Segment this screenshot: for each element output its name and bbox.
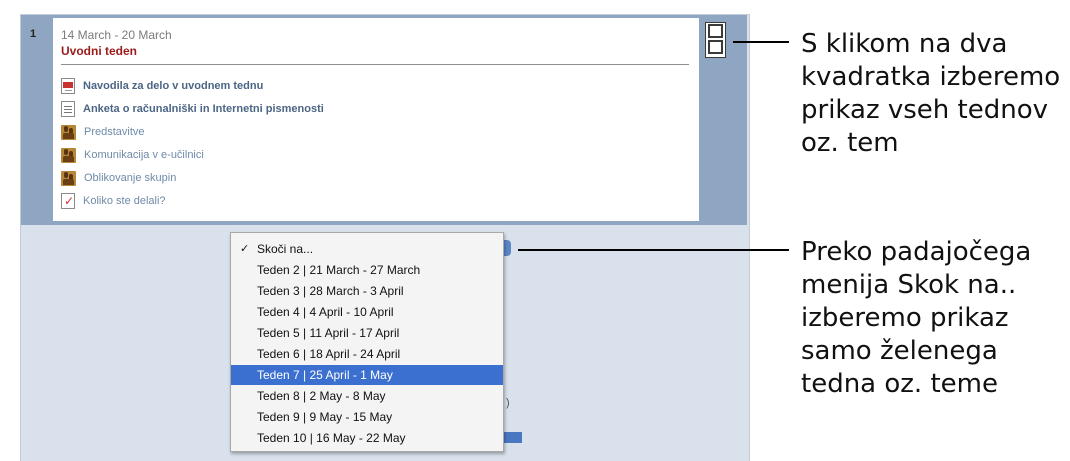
dropdown-option-label: Teden 2 | 21 March - 27 March bbox=[257, 263, 421, 277]
dropdown-option-label: Teden 9 | 9 May - 15 May bbox=[257, 410, 393, 424]
callout-text-dropdown: menija Skok na.. bbox=[801, 270, 1017, 300]
dropdown-option-label: Teden 7 | 25 April - 1 May bbox=[257, 368, 393, 382]
obscured-text: ) bbox=[506, 397, 510, 409]
dropdown-option-label: Skoči na... bbox=[257, 242, 314, 256]
activity-item[interactable]: Oblikovanje skupin bbox=[61, 168, 176, 188]
activity-item[interactable]: Navodila za delo v uvodnem tednu bbox=[61, 76, 263, 96]
week-number: 1 bbox=[30, 28, 37, 40]
dropdown-option[interactable]: Teden 9 | 9 May - 15 May bbox=[231, 407, 503, 427]
dropdown-option-label: Teden 4 | 4 April - 10 April bbox=[257, 305, 394, 319]
activity-item[interactable]: Koliko ste delali? bbox=[61, 191, 166, 211]
activity-link[interactable]: Predstavitve bbox=[84, 126, 145, 138]
dropdown-option[interactable]: Teden 3 | 28 March - 3 April bbox=[231, 281, 503, 301]
dropdown-option[interactable]: Teden 6 | 18 April - 24 April bbox=[231, 344, 503, 364]
dropdown-option-label: Teden 8 | 2 May - 8 May bbox=[257, 389, 386, 403]
callout-line-dropdown bbox=[518, 249, 789, 251]
dropdown-option-selected[interactable]: Teden 7 | 25 April - 1 May bbox=[231, 365, 503, 385]
dropdown-option-label: Teden 6 | 18 April - 24 April bbox=[257, 347, 401, 361]
dropdown-option[interactable]: Teden 4 | 4 April - 10 April bbox=[231, 302, 503, 322]
callout-text-dropdown: samo želenega bbox=[801, 336, 998, 366]
week-date-range: 14 March - 20 March bbox=[61, 28, 172, 42]
callout-text-toggle: prikaz vseh tednov bbox=[801, 95, 1048, 125]
obscured-button[interactable] bbox=[504, 432, 522, 443]
activity-link[interactable]: Komunikacija v e-učilnici bbox=[84, 149, 204, 161]
dropdown-option-label: Teden 3 | 28 March - 3 April bbox=[257, 284, 404, 298]
divider bbox=[61, 64, 689, 65]
activity-link[interactable]: Oblikovanje skupin bbox=[84, 172, 176, 184]
checkmark-icon: ✓ bbox=[240, 242, 250, 255]
activity-item[interactable]: Anketa o računalniški in Internetni pism… bbox=[61, 99, 324, 119]
callout-text-dropdown: tedna oz. teme bbox=[801, 369, 998, 399]
dropdown-option[interactable]: ✓ Skoči na... bbox=[231, 239, 503, 259]
week-title: Uvodni teden bbox=[61, 44, 138, 58]
dropdown-option-label: Teden 5 | 11 April - 17 April bbox=[257, 326, 400, 340]
pdf-icon bbox=[61, 78, 75, 94]
document-icon bbox=[61, 101, 75, 117]
forum-icon bbox=[61, 124, 76, 140]
activity-link[interactable]: Anketa o računalniški in Internetni pism… bbox=[83, 103, 324, 115]
activity-link[interactable]: Koliko ste delali? bbox=[83, 195, 166, 207]
show-all-weeks-toggle[interactable] bbox=[705, 22, 726, 58]
activity-item[interactable]: Komunikacija v e-učilnici bbox=[61, 145, 204, 165]
square-icon bbox=[708, 24, 723, 38]
callout-text-toggle: S klikom na dva bbox=[801, 29, 1008, 59]
forum-icon bbox=[61, 147, 76, 163]
callout-text-dropdown: Preko padajočega bbox=[801, 237, 1032, 267]
activity-item[interactable]: Predstavitve bbox=[61, 122, 145, 142]
forum-icon bbox=[61, 170, 76, 186]
callout-text-toggle: kvadratka izberemo bbox=[801, 62, 1061, 92]
week-content: 14 March - 20 March Uvodni teden Navodil… bbox=[53, 18, 699, 221]
activity-link[interactable]: Navodila za delo v uvodnem tednu bbox=[83, 80, 263, 92]
dropdown-option[interactable]: Teden 2 | 21 March - 27 March bbox=[231, 260, 503, 280]
dropdown-option[interactable]: Teden 5 | 11 April - 17 April bbox=[231, 323, 503, 343]
quiz-icon bbox=[61, 193, 75, 209]
dropdown-option[interactable]: Teden 8 | 2 May - 8 May bbox=[231, 386, 503, 406]
callout-text-dropdown: izberemo prikaz bbox=[801, 303, 1009, 333]
dropdown-option-label: Teden 10 | 16 May - 22 May bbox=[257, 431, 406, 445]
jump-select-arrow[interactable] bbox=[504, 240, 511, 256]
callout-text-toggle: oz. tem bbox=[801, 128, 899, 158]
callout-line-toggle bbox=[733, 41, 789, 43]
dropdown-option[interactable]: Teden 10 | 16 May - 22 May bbox=[231, 428, 503, 448]
jump-to-dropdown[interactable]: ✓ Skoči na... Teden 2 | 21 March - 27 Ma… bbox=[230, 232, 504, 452]
square-icon bbox=[708, 40, 723, 54]
